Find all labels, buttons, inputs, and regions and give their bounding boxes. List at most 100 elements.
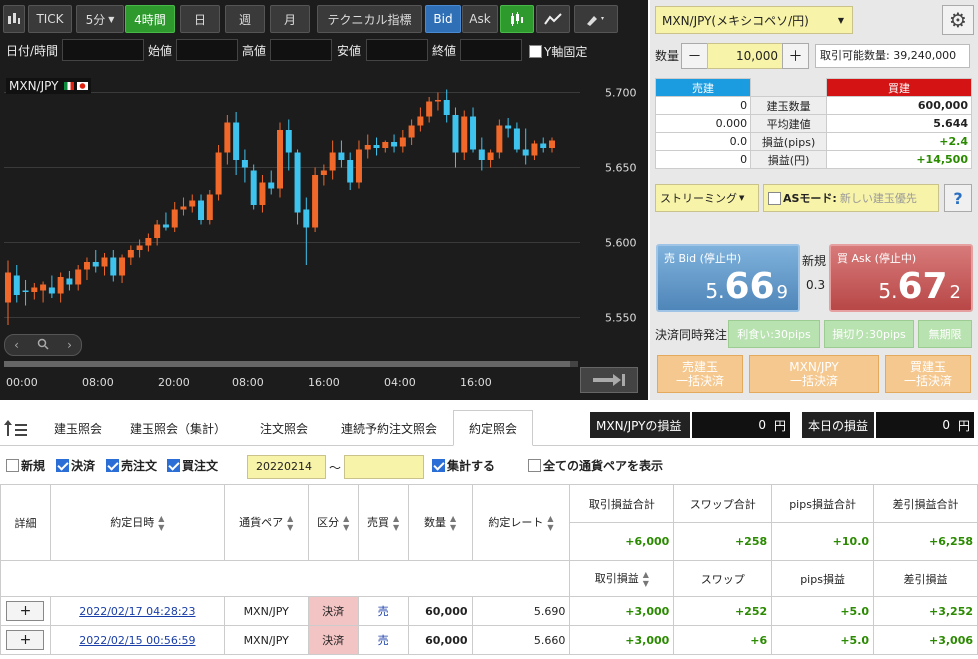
currency-pair-select[interactable]: MXN/JPY(メキシコペソ/円) ▼ xyxy=(655,6,853,34)
filter-aggregate[interactable]: 集計する xyxy=(432,457,495,474)
y-tick-label: 5.600 xyxy=(605,237,637,250)
filter-settle[interactable]: 決済 xyxy=(56,457,95,474)
candle xyxy=(198,194,205,225)
col-pl[interactable]: 取引損益 ▲ ▼ xyxy=(569,560,675,597)
candle-body xyxy=(312,175,319,228)
period-day-button[interactable]: 日 xyxy=(180,5,220,33)
yaxis-fix-checkbox[interactable] xyxy=(529,45,542,58)
zoom-icon[interactable] xyxy=(37,338,49,353)
yaxis-fix-toggle[interactable]: Y軸固定 xyxy=(529,43,587,60)
filter-all-pairs[interactable]: 全ての通貨ペアを表示 xyxy=(528,457,663,474)
tick-button[interactable]: TICK xyxy=(28,5,72,33)
col-qty-label: 数量 xyxy=(423,515,446,529)
quantity-decrement-button[interactable]: － xyxy=(681,43,708,69)
col-side[interactable]: 売買 ▲ ▼ xyxy=(357,484,409,561)
row-pips: +5.0 xyxy=(771,596,875,626)
expand-row-button[interactable]: + xyxy=(6,630,45,650)
bid-price-button[interactable]: 売 Bid (停止中) 5. 66 9 xyxy=(656,244,800,312)
tab-continuous-orders[interactable]: 連続予約注文照会 xyxy=(330,410,448,446)
scroll-left-icon[interactable]: ‹ xyxy=(14,338,19,352)
filter-new-checkbox[interactable] xyxy=(6,459,19,472)
datetime-label: 日付/時間 xyxy=(6,44,59,58)
candle-body xyxy=(5,272,11,303)
y-tick-label: 5.700 xyxy=(605,87,637,100)
sort-icon[interactable]: ▲ ▼ xyxy=(158,514,164,532)
sell-settle-l1: 売建玉 xyxy=(681,360,718,374)
buy-bulk-settle-button[interactable]: 買建玉 一括決済 xyxy=(885,355,971,393)
sort-icon[interactable]: ▲ ▼ xyxy=(450,514,456,532)
date-to-input[interactable] xyxy=(344,455,424,479)
bid-price-last: 9 xyxy=(776,282,788,303)
as-mode-toggle[interactable]: ASモード: 新しい建玉優先 xyxy=(763,184,939,212)
filter-all-pairs-checkbox[interactable] xyxy=(528,459,541,472)
col-net: 差引損益 xyxy=(873,560,978,597)
chart-navigator[interactable]: ‹ › xyxy=(4,334,82,356)
draw-tool-icon[interactable] xyxy=(574,5,618,33)
expand-row-button[interactable]: + xyxy=(6,601,45,621)
line-chart-icon[interactable] xyxy=(536,5,570,33)
col-kbn[interactable]: 区分 ▲ ▼ xyxy=(307,484,359,561)
sort-icon[interactable]: ▲ ▼ xyxy=(287,514,293,532)
filter-sell-order-checkbox[interactable] xyxy=(106,459,119,472)
jump-latest-button[interactable] xyxy=(580,367,638,393)
col-date[interactable]: 約定日時 ▲ ▼ xyxy=(49,484,225,561)
scroll-right-icon[interactable]: › xyxy=(67,338,72,352)
sell-bulk-settle-button[interactable]: 売建玉 一括決済 xyxy=(657,355,743,393)
col-qty[interactable]: 数量 ▲ ▼ xyxy=(407,484,473,561)
stop-loss-button[interactable]: 損切り:30pips xyxy=(824,320,914,348)
tab-positions[interactable]: 建玉照会 xyxy=(40,410,116,446)
sort-icon[interactable]: ▲ ▼ xyxy=(547,514,553,532)
streaming-select[interactable]: ストリーミング ▼ xyxy=(655,184,759,212)
filter-sell-order[interactable]: 売注文 xyxy=(106,457,157,474)
tab-positions-summary[interactable]: 建玉照会（集計） xyxy=(122,410,234,446)
filter-settle-checkbox[interactable] xyxy=(56,459,69,472)
candle-type-icon[interactable] xyxy=(3,5,25,33)
filter-buy-order-checkbox[interactable] xyxy=(167,459,180,472)
period-week-button[interactable]: 週 xyxy=(225,5,265,33)
quantity-input[interactable]: 10,000 xyxy=(707,43,783,69)
gear-icon[interactable]: ⚙ xyxy=(942,5,974,35)
pair-bulk-settle-button[interactable]: MXN/JPY 一括決済 xyxy=(749,355,879,393)
tab-orders[interactable]: 注文照会 xyxy=(246,410,322,446)
candle-body xyxy=(180,206,187,210)
col-pair[interactable]: 通貨ペア ▲ ▼ xyxy=(223,484,309,561)
as-mode-checkbox[interactable] xyxy=(768,191,781,205)
candle-body xyxy=(382,142,389,148)
tab-executions[interactable]: 約定照会 xyxy=(453,410,533,446)
date-from-input[interactable]: 20220214 xyxy=(247,455,326,479)
execution-date-link[interactable]: 2022/02/17 04:28:23 xyxy=(79,605,195,618)
candlestick-chart-icon[interactable] xyxy=(500,5,534,33)
candle xyxy=(75,265,82,291)
sort-icon[interactable]: ▲ ▼ xyxy=(643,570,649,588)
sort-icon[interactable]: ▲ ▼ xyxy=(343,514,349,532)
ask-price-button[interactable]: 買 Ask (停止中) 5. 67 2 xyxy=(829,244,973,312)
sort-list-icon[interactable] xyxy=(3,418,29,441)
table-row: + 2022/02/17 04:28:23 MXN/JPY 決済 売 60,00… xyxy=(0,596,978,626)
interval-select[interactable]: 5分 ▼ xyxy=(76,5,124,33)
candle xyxy=(215,145,222,201)
help-button[interactable]: ? xyxy=(944,184,972,212)
sum-net: +6,258 xyxy=(873,522,978,561)
sort-icon[interactable]: ▲ ▼ xyxy=(393,514,399,532)
col-rate[interactable]: 約定レート ▲ ▼ xyxy=(471,484,571,561)
candle xyxy=(338,140,345,168)
chart-scrollbar-thumb[interactable] xyxy=(4,361,570,367)
chart-scrollbar[interactable] xyxy=(4,361,578,367)
candle xyxy=(171,202,178,232)
technical-indicator-button[interactable]: テクニカル指標 xyxy=(317,5,422,33)
execution-date-link[interactable]: 2022/02/15 00:56:59 xyxy=(79,634,195,647)
filter-new[interactable]: 新規 xyxy=(6,457,45,474)
filter-aggregate-checkbox[interactable] xyxy=(432,459,445,472)
take-profit-button[interactable]: 利食い:30pips xyxy=(728,320,820,348)
pair-settle-l2: 一括決済 xyxy=(789,374,838,388)
period-month-button[interactable]: 月 xyxy=(270,5,310,33)
period-4h-button[interactable]: 4時間 xyxy=(125,5,175,33)
sell-avg: 0.000 xyxy=(654,114,752,133)
filter-buy-order[interactable]: 買注文 xyxy=(167,457,218,474)
x-tick-label: 00:00 xyxy=(6,376,38,389)
bid-button[interactable]: Bid xyxy=(425,5,461,33)
expiry-button[interactable]: 無期限 xyxy=(918,320,972,348)
candle-body xyxy=(277,130,283,189)
quantity-increment-button[interactable]: ＋ xyxy=(782,43,809,69)
ask-button[interactable]: Ask xyxy=(462,5,498,33)
